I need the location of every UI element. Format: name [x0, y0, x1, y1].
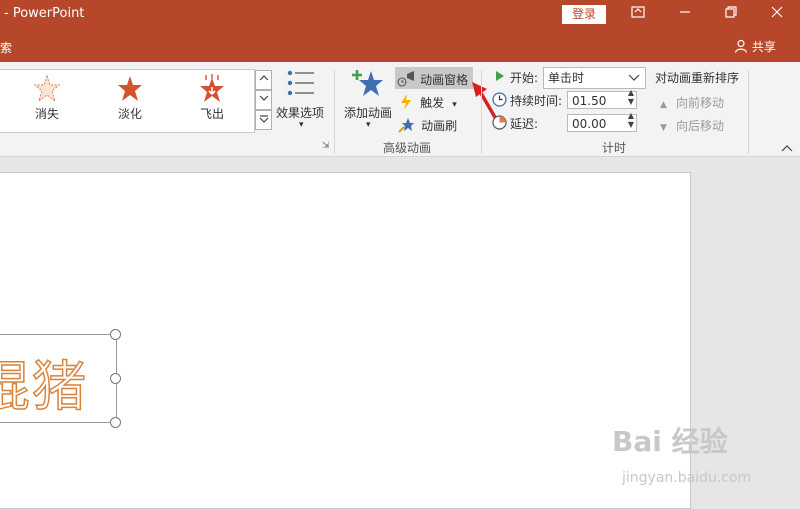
title-bar: - PowerPoint 登录 — [0, 0, 800, 30]
group-separator — [481, 70, 482, 154]
collapse-ribbon-icon[interactable] — [781, 144, 793, 152]
duration-label: 持续时间: — [510, 94, 563, 108]
duration-value: 01.50 — [572, 94, 607, 108]
resize-handle-bottom-right[interactable] — [110, 417, 121, 428]
animation-fly-out[interactable]: 飞出 — [177, 72, 247, 122]
delay-input[interactable]: 00.00 ▲ ▼ — [567, 111, 637, 132]
disappear-star-icon — [33, 74, 61, 103]
selected-textbox[interactable] — [0, 334, 117, 423]
animation-disappear[interactable]: 消失 — [12, 72, 82, 122]
play-icon — [496, 71, 504, 81]
gallery-scroll-up[interactable] — [255, 70, 272, 90]
move-later-button[interactable]: ▼ 向后移动 — [660, 115, 724, 134]
duration-input[interactable]: 01.50 ▲ ▼ — [567, 88, 637, 109]
chevron-down-icon — [259, 95, 268, 101]
dropdown-caret-icon: ▾ — [299, 120, 304, 130]
delay-value: 00.00 — [572, 117, 607, 131]
effect-options-button[interactable]: 效果选项 ▾ — [274, 68, 330, 148]
animation-label: 飞出 — [199, 107, 224, 121]
spinner-icon[interactable]: ▲ ▼ — [628, 111, 634, 129]
ribbon-animations: 消失 淡化 飞出 效果选项 ▾ ⇲ 添加动画 ▾ 动画窗格 触发 ▾ 动画刷 高… — [0, 62, 800, 157]
triangle-down-icon: ▼ — [660, 123, 667, 133]
lightning-icon — [401, 94, 411, 110]
clock-icon — [492, 92, 507, 107]
animation-gallery: 消失 淡化 飞出 — [0, 69, 255, 133]
animation-painter-button[interactable]: 动画刷 — [398, 115, 458, 133]
move-earlier-button[interactable]: ▲ 向前移动 — [660, 92, 724, 111]
animation-painter-icon — [398, 118, 414, 133]
resize-handle-top-right[interactable] — [110, 329, 121, 340]
gallery-more[interactable] — [255, 110, 272, 130]
add-animation-label: 添加动画 — [344, 106, 393, 120]
fade-star-icon — [118, 76, 142, 101]
gallery-scroll-down[interactable] — [255, 90, 272, 110]
start-label: 开始: — [510, 71, 539, 85]
dropdown-caret-icon: ▾ — [452, 100, 457, 110]
delay-icon — [492, 115, 507, 130]
dialog-launcher-icon[interactable]: ⇲ — [322, 141, 330, 151]
animation-painter-label: 动画刷 — [421, 119, 458, 133]
watermark-brand: Bai 经验 — [612, 425, 728, 458]
animation-pane-label: 动画窗格 — [420, 73, 469, 87]
minimize-icon[interactable] — [662, 0, 708, 30]
animation-pane-icon — [397, 71, 414, 87]
animation-pane-button[interactable]: 动画窗格 — [397, 69, 468, 87]
fly-out-star-icon — [200, 74, 224, 102]
group-separator — [334, 70, 335, 154]
animation-fade[interactable]: 淡化 — [95, 72, 165, 122]
spinner-icon[interactable]: ▲ ▼ — [628, 88, 634, 106]
more-icon — [259, 115, 268, 123]
triangle-up-icon: ▲ — [660, 100, 667, 110]
tell-me-search[interactable]: 搜索 — [0, 39, 12, 56]
effect-options-label: 效果选项 — [276, 106, 325, 120]
start-value: 单击时 — [548, 71, 585, 85]
delay-label: 延迟: — [510, 117, 539, 131]
chevron-up-icon — [259, 75, 268, 81]
add-animation-button[interactable]: 添加动画 ▾ — [342, 68, 396, 140]
tab-row: 搜索 共享 — [0, 30, 800, 62]
effect-options-icon — [287, 70, 314, 96]
watermark-url: jingyan.baidu.com — [622, 470, 752, 486]
resize-handle-right[interactable] — [110, 373, 121, 384]
close-icon[interactable] — [754, 0, 800, 30]
ribbon-display-icon[interactable] — [615, 0, 661, 30]
login-button[interactable]: 登录 — [562, 5, 606, 24]
dropdown-caret-icon: ▾ — [366, 120, 371, 130]
trigger-button[interactable]: 触发 ▾ — [400, 92, 457, 110]
share-button[interactable]: 共享 — [734, 38, 776, 55]
move-earlier-label: 向前移动 — [676, 96, 725, 110]
window-title: - PowerPoint — [4, 6, 85, 21]
move-later-label: 向后移动 — [676, 119, 725, 133]
share-label: 共享 — [751, 40, 776, 54]
group-separator — [748, 70, 749, 154]
animation-label: 消失 — [34, 107, 59, 121]
timing-group-label: 计时 — [602, 141, 627, 155]
trigger-label: 触发 — [420, 96, 445, 110]
add-animation-star-icon — [352, 70, 383, 96]
animation-label: 淡化 — [117, 107, 142, 121]
advanced-animation-group-label: 高级动画 — [383, 141, 432, 155]
user-icon — [734, 39, 748, 53]
maximize-icon[interactable] — [708, 0, 754, 30]
chevron-down-icon — [628, 74, 640, 81]
start-select[interactable]: 单击时 — [543, 67, 646, 89]
reorder-label: 对动画重新排序 — [655, 71, 740, 85]
